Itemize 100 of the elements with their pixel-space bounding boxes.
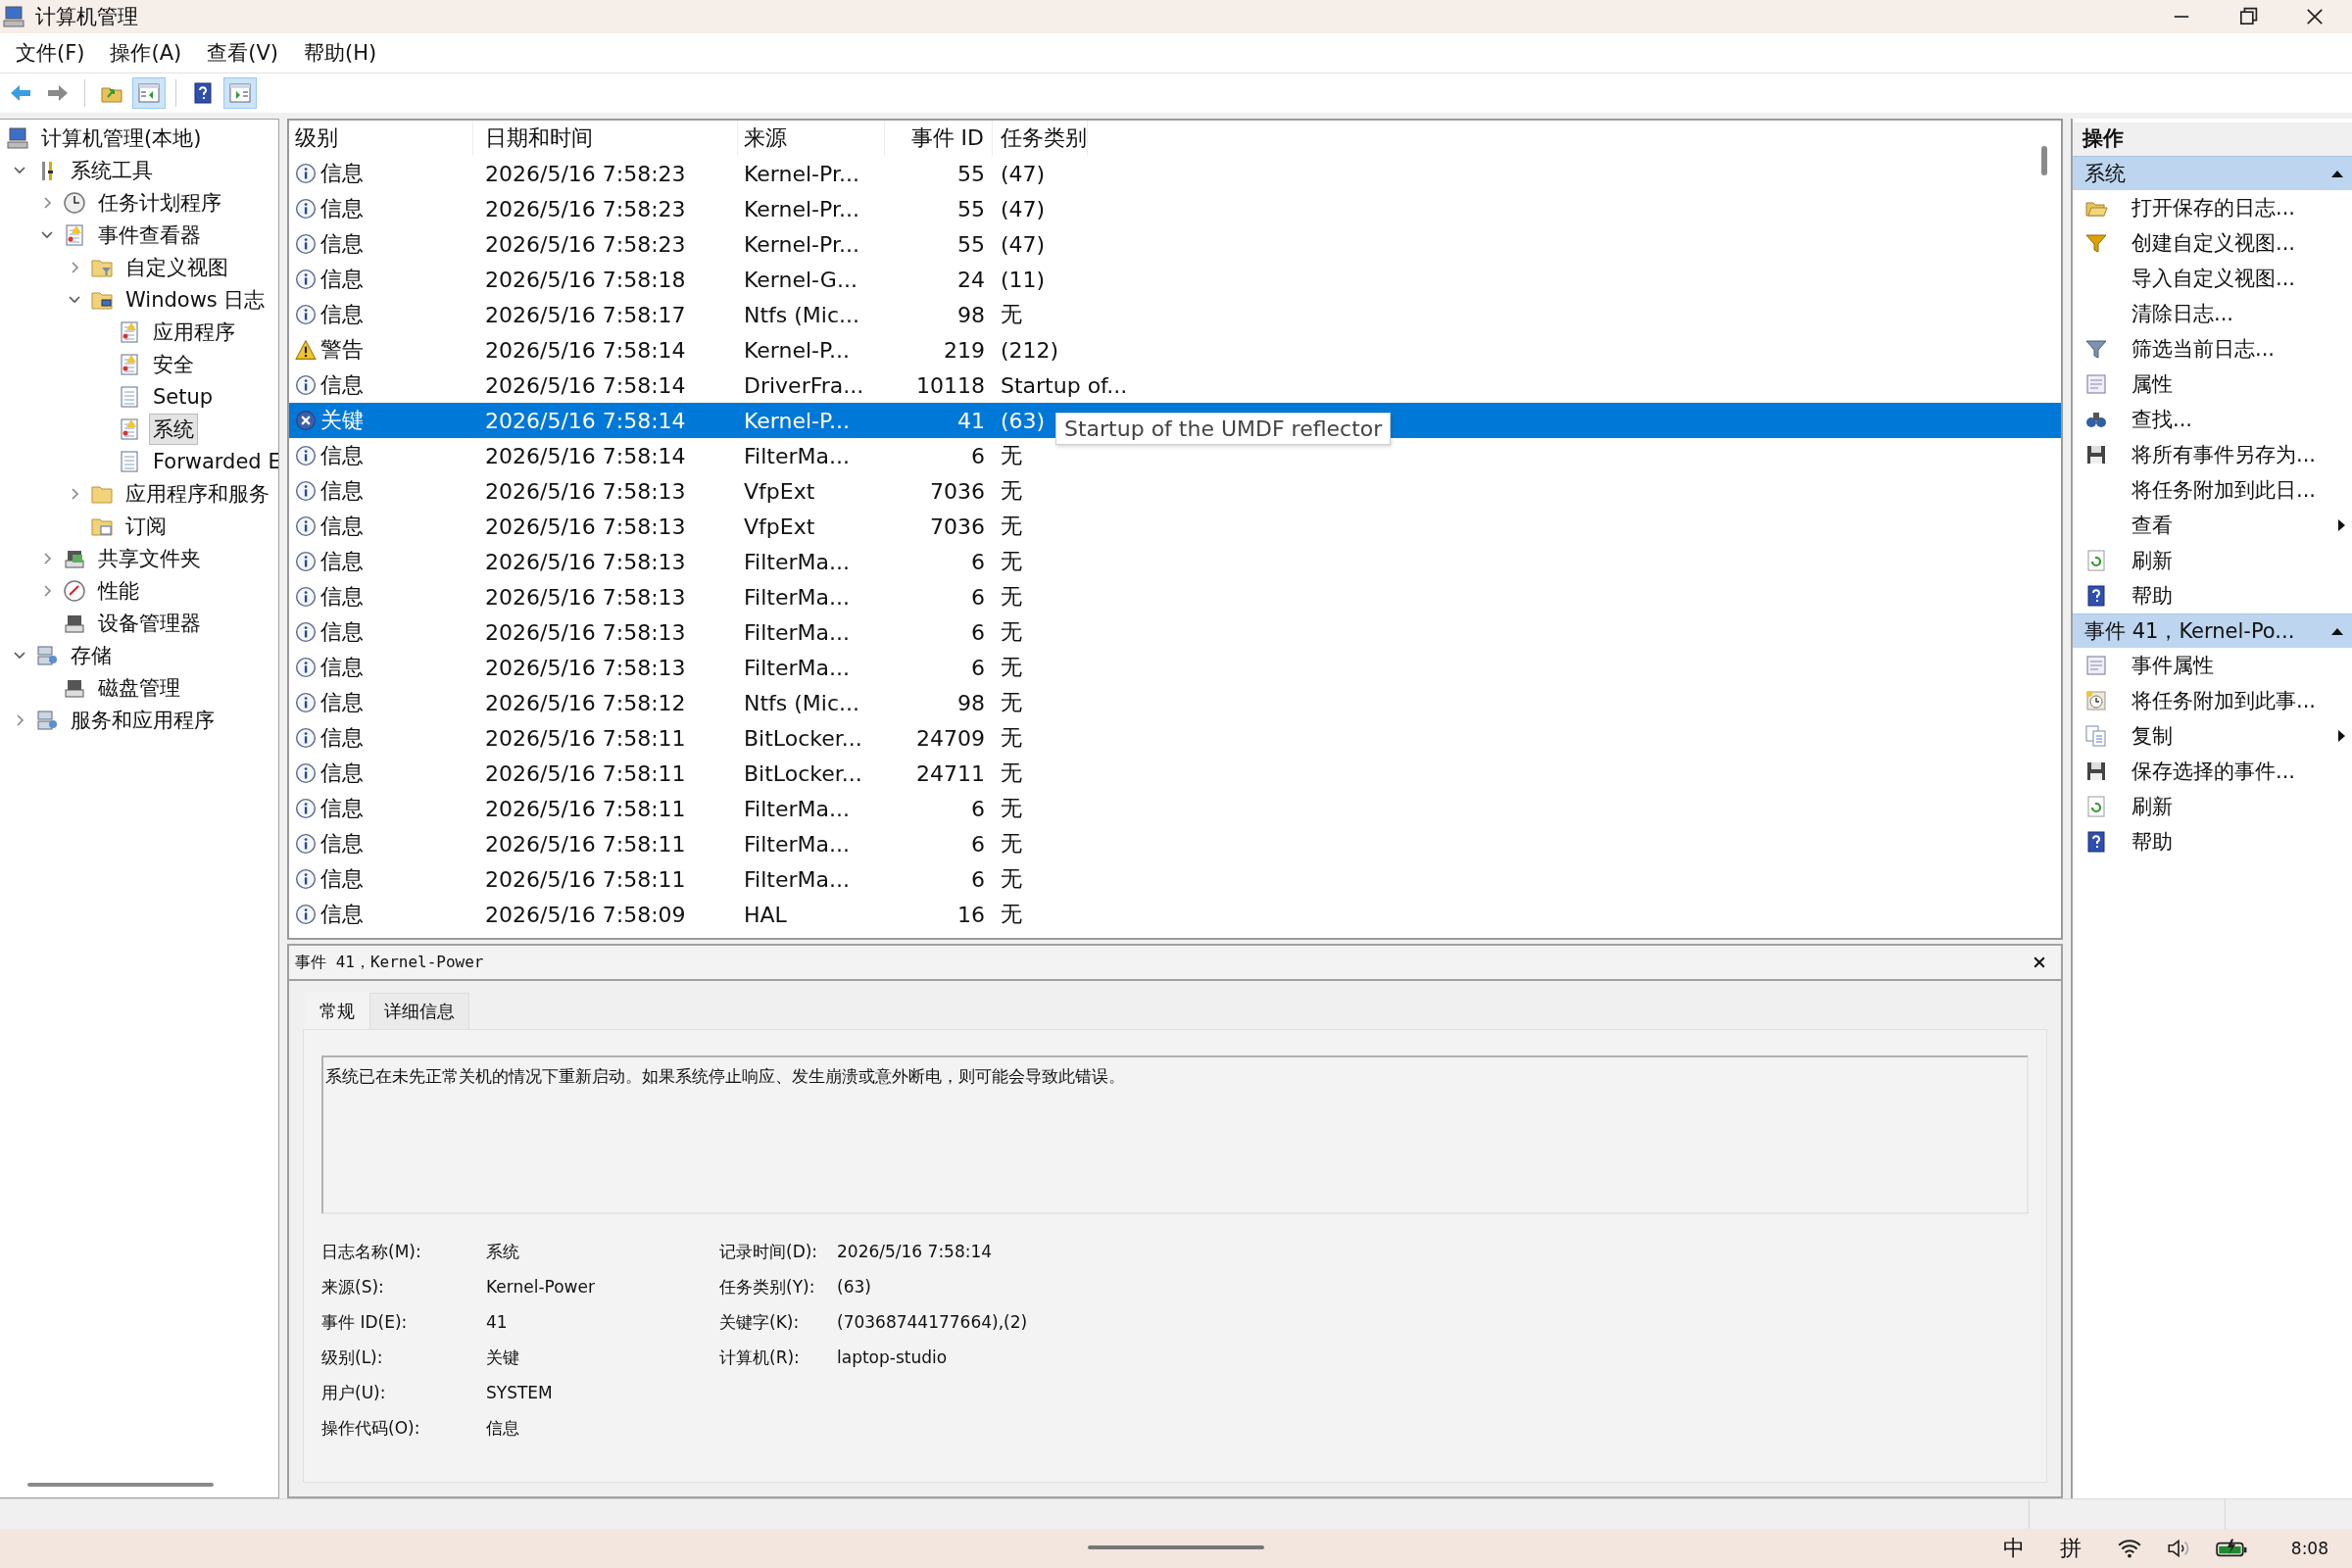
- table-cell-text: 6: [970, 619, 986, 645]
- table-cell-text: VfpExt: [743, 514, 816, 539]
- table-cell-text: BitLocker...: [743, 725, 863, 751]
- tooltip: Startup of the UMDF reflector: [1055, 413, 1392, 445]
- table-cell-text: 信息: [320, 160, 364, 187]
- table-cell-text: 2026/5/16 7:58:11: [484, 831, 687, 857]
- table-cell-text: (212): [1000, 337, 1059, 363]
- table-cell-text: 警告: [320, 336, 364, 364]
- table-cell-text: 信息: [320, 795, 364, 822]
- table-cell-text: Kernel-Pr...: [743, 231, 860, 257]
- table-cell-text: 2026/5/16 7:58:13: [484, 478, 687, 504]
- field-label: 用户(U):: [321, 1381, 387, 1404]
- table-cell-text: FilterMa...: [743, 796, 851, 821]
- table-cell-text: 无: [1000, 689, 1022, 716]
- table-cell-text: 16: [956, 902, 986, 927]
- table-cell-text: 2026/5/16 7:58:23: [484, 161, 687, 186]
- table-cell-text: 信息: [320, 618, 364, 646]
- table-cell-text: 信息: [320, 901, 364, 928]
- table-cell-text: 24709: [915, 725, 986, 751]
- table-cell-text: Kernel-Pr...: [743, 196, 860, 221]
- table-cell-text: 2026/5/16 7:58:23: [484, 196, 687, 221]
- table-cell-text: FilterMa...: [743, 655, 851, 680]
- table-cell-text: 无: [1000, 865, 1022, 893]
- table-cell-text: 41: [956, 408, 986, 433]
- table-cell-text: Ntfs (Mic...: [743, 302, 861, 327]
- field-value: laptop-studio: [837, 1348, 948, 1367]
- table-cell-text: 信息: [320, 689, 364, 716]
- field-label: 日志名称(M):: [321, 1240, 422, 1263]
- field-value: (63): [837, 1277, 871, 1297]
- table-cell-text: 无: [1000, 301, 1022, 328]
- table-cell-text: 信息: [320, 266, 364, 293]
- table-cell-text: 6: [970, 443, 986, 468]
- field-value: Kernel-Power: [486, 1277, 595, 1297]
- table-cell-text: 7036: [929, 514, 986, 539]
- table-cell-text: 2026/5/16 7:58:13: [484, 655, 687, 680]
- table-cell-text: 无: [1000, 760, 1022, 787]
- table-cell-text: 55: [956, 196, 986, 221]
- table-cell-text: 无: [1000, 901, 1022, 928]
- table-cell-text: 6: [970, 796, 986, 821]
- table-cell-text: FilterMa...: [743, 584, 851, 610]
- table-cell-text: 24: [956, 267, 986, 292]
- table-cell-text: 24711: [915, 760, 986, 786]
- section-title: 系统: [2084, 161, 2126, 187]
- table-cell-text: 信息: [320, 654, 364, 681]
- field-value: (70368744177664),(2): [837, 1312, 1028, 1332]
- table-cell-text: 2026/5/16 7:58:13: [484, 584, 687, 610]
- table-cell-text: 2026/5/16 7:58:12: [484, 690, 687, 715]
- table-cell-text: Ntfs (Mic...: [743, 690, 861, 715]
- table-cell-text: 2026/5/16 7:58:17: [484, 302, 687, 327]
- field-value: 系统: [486, 1240, 519, 1263]
- table-cell-text: 信息: [320, 442, 364, 469]
- table-cell-text: 7036: [929, 478, 986, 504]
- window-title: 计算机管理: [35, 4, 138, 30]
- field-value: 信息: [486, 1416, 519, 1440]
- table-cell-text: (47): [1000, 196, 1046, 221]
- table-cell-text: Kernel-P...: [743, 337, 851, 363]
- table-cell-text: 6: [970, 866, 986, 892]
- table-cell-text: FilterMa...: [743, 443, 851, 468]
- table-cell-text: DriverFra...: [743, 372, 865, 398]
- table-cell-text: VfpExt: [743, 478, 816, 504]
- table-cell-text: 6: [970, 549, 986, 574]
- table-cell-text: 无: [1000, 795, 1022, 822]
- table-cell-text: 无: [1000, 654, 1022, 681]
- table-cell-text: 2026/5/16 7:58:23: [484, 231, 687, 257]
- table-cell-text: 2026/5/16 7:58:14: [484, 408, 687, 433]
- table-cell-text: 219: [943, 337, 986, 363]
- section-title: 事件 41，Kernel-Po...: [2084, 618, 2295, 645]
- table-cell-text: 无: [1000, 583, 1022, 611]
- field-label: 关键字(K):: [719, 1310, 801, 1334]
- field-label: 来源(S):: [321, 1275, 385, 1298]
- table-cell-text: 无: [1000, 618, 1022, 646]
- table-cell-text: 无: [1000, 513, 1022, 540]
- table-cell-text: 信息: [320, 548, 364, 575]
- field-label: 计算机(R):: [719, 1346, 801, 1369]
- table-cell-text: 信息: [320, 513, 364, 540]
- table-cell-text: FilterMa...: [743, 619, 851, 645]
- field-label: 事件 ID(E):: [321, 1310, 409, 1334]
- table-cell-text: 98: [956, 690, 986, 715]
- field-label: 任务类别(Y):: [719, 1275, 816, 1298]
- table-cell-text: Startup of...: [1000, 372, 1128, 398]
- table-cell-text: (47): [1000, 231, 1046, 257]
- table-cell-text: 6: [970, 584, 986, 610]
- table-cell-text: 2026/5/16 7:58:13: [484, 619, 687, 645]
- table-cell-text: FilterMa...: [743, 866, 851, 892]
- table-cell-text: 信息: [320, 865, 364, 893]
- table-cell-text: (47): [1000, 161, 1046, 186]
- table-cell-text: FilterMa...: [743, 831, 851, 857]
- field-value: 2026/5/16 7:58:14: [837, 1242, 993, 1261]
- field-value: 41: [486, 1312, 508, 1332]
- field-label: 记录时间(D):: [719, 1240, 819, 1263]
- table-cell-text: 信息: [320, 230, 364, 258]
- table-cell-text: 信息: [320, 830, 364, 858]
- table-cell-text: BitLocker...: [743, 760, 863, 786]
- table-cell-text: 2026/5/16 7:58:18: [484, 267, 687, 292]
- table-cell-text: 55: [956, 161, 986, 186]
- table-cell-text: 98: [956, 302, 986, 327]
- table-cell-text: 信息: [320, 760, 364, 787]
- table-cell-text: 2026/5/16 7:58:11: [484, 796, 687, 821]
- field-value: 关键: [486, 1346, 519, 1369]
- table-cell-text: 信息: [320, 195, 364, 222]
